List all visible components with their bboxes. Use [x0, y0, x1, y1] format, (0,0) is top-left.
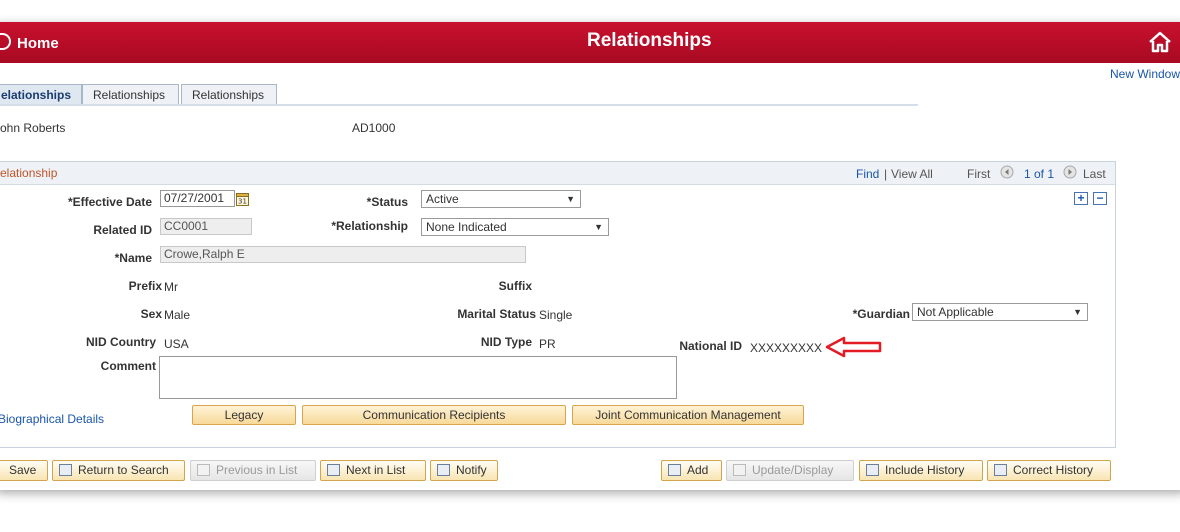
dropdown-arrow-icon: ▼ [1073, 307, 1082, 317]
suffix-label: Suffix [498, 279, 532, 293]
home-link[interactable]: Home [0, 33, 59, 52]
house-icon[interactable] [1148, 31, 1172, 53]
next-in-list-label: Next in List [346, 463, 406, 477]
related-id-field: CC0001 [160, 218, 252, 235]
update-display-icon [733, 464, 746, 476]
guardian-label: *Guardian [852, 307, 910, 321]
legacy-button[interactable]: Legacy [192, 405, 296, 425]
name-label: *Name [114, 251, 152, 265]
next-in-list-button[interactable]: Next in List [320, 460, 426, 481]
dropdown-arrow-icon: ▼ [566, 194, 575, 204]
sex-label: Sex [140, 307, 162, 321]
dropdown-arrow-icon: ▼ [594, 222, 603, 232]
tab-relationships-1[interactable]: elationships [0, 84, 82, 104]
national-id-value: XXXXXXXXX [750, 341, 823, 355]
add-row-icon[interactable]: + [1074, 192, 1088, 205]
previous-in-list-button: Previous in List [190, 460, 316, 481]
last-link[interactable]: Last [1083, 167, 1106, 181]
correct-history-button[interactable]: Correct History [987, 460, 1111, 481]
marital-status-value: Single [539, 308, 573, 322]
home-label: Home [17, 35, 59, 52]
panel-title: elationship [0, 166, 58, 180]
guardian-value: Not Applicable [917, 305, 994, 319]
notify-icon [437, 464, 450, 476]
biographical-details-link[interactable]: Biographical Details [0, 412, 104, 426]
add-icon [668, 464, 681, 476]
calendar-icon[interactable]: 31 [236, 191, 249, 206]
tab-underline [0, 104, 918, 106]
home-circle-icon [0, 33, 11, 50]
comment-label: Comment [100, 359, 156, 373]
svg-text:31: 31 [238, 198, 247, 206]
next-list-icon [327, 464, 340, 476]
app-window: Home Relationships New Window elationshi… [0, 22, 1180, 490]
nid-country-label: NID Country [86, 335, 156, 349]
find-link[interactable]: Find [856, 167, 879, 181]
comment-textarea[interactable] [159, 356, 677, 399]
nid-type-value: PR [539, 337, 556, 351]
effective-date-input[interactable]: 07/27/2001 [160, 190, 235, 207]
search-icon [59, 464, 72, 476]
pagination-text: 1 of 1 [1024, 167, 1055, 181]
correct-history-label: Correct History [1013, 463, 1094, 477]
update-display-button: Update/Display [726, 460, 854, 481]
notify-label: Notify [456, 463, 487, 477]
effective-date-label: *Effective Date [67, 195, 152, 209]
person-id: AD1000 [352, 121, 396, 135]
national-id-label: National ID [679, 339, 742, 353]
previous-list-icon [197, 464, 210, 476]
return-to-search-label: Return to Search [78, 463, 169, 477]
prefix-value: Mr [164, 280, 178, 294]
related-id-label: Related ID [93, 223, 152, 237]
communication-recipients-button[interactable]: Communication Recipients [302, 405, 566, 425]
save-button[interactable]: Save [0, 460, 48, 481]
previous-in-list-label: Previous in List [216, 463, 298, 477]
return-to-search-button[interactable]: Return to Search [52, 460, 185, 481]
relationship-label: *Relationship [331, 219, 408, 233]
separator: | [884, 167, 888, 181]
view-all-link[interactable]: View All [891, 167, 933, 181]
prefix-label: Prefix [128, 279, 162, 293]
red-arrow-annotation-icon [825, 336, 882, 358]
relationship-select[interactable]: None Indicated ▼ [421, 218, 609, 236]
new-window-link[interactable]: New Window [1110, 67, 1180, 81]
sex-value: Male [164, 308, 191, 322]
update-display-label: Update/Display [752, 463, 834, 477]
first-link[interactable]: First [967, 167, 990, 181]
nid-country-value: USA [164, 337, 189, 351]
previous-arrow-icon[interactable] [1000, 165, 1014, 179]
next-arrow-icon[interactable] [1063, 165, 1077, 179]
status-label: *Status [366, 195, 408, 209]
add-label: Add [687, 463, 709, 477]
add-button[interactable]: Add [661, 460, 722, 481]
panel-header: elationship Find | View All First 1 of 1… [0, 162, 1115, 185]
correct-history-icon [994, 464, 1007, 476]
marital-status-label: Marital Status [457, 307, 536, 321]
tab-relationships-3[interactable]: Relationships [181, 84, 277, 104]
name-field: Crowe,Ralph E [160, 246, 526, 263]
include-history-button[interactable]: Include History [859, 460, 983, 481]
joint-communication-management-button[interactable]: Joint Communication Management [572, 405, 804, 425]
delete-row-icon[interactable]: − [1093, 192, 1107, 205]
guardian-select[interactable]: Not Applicable ▼ [912, 303, 1088, 321]
status-select[interactable]: Active ▼ [421, 190, 581, 208]
status-value: Active [426, 192, 459, 206]
relationship-value: None Indicated [426, 220, 507, 234]
page-title: Relationships [587, 30, 712, 51]
tab-relationships-2[interactable]: Relationships [82, 84, 179, 104]
include-history-label: Include History [885, 463, 965, 477]
top-banner: Home Relationships [0, 22, 1180, 63]
notify-button[interactable]: Notify [430, 460, 498, 481]
include-history-icon [866, 464, 879, 476]
person-name: ohn Roberts [0, 121, 66, 135]
nid-type-label: NID Type [480, 335, 532, 349]
